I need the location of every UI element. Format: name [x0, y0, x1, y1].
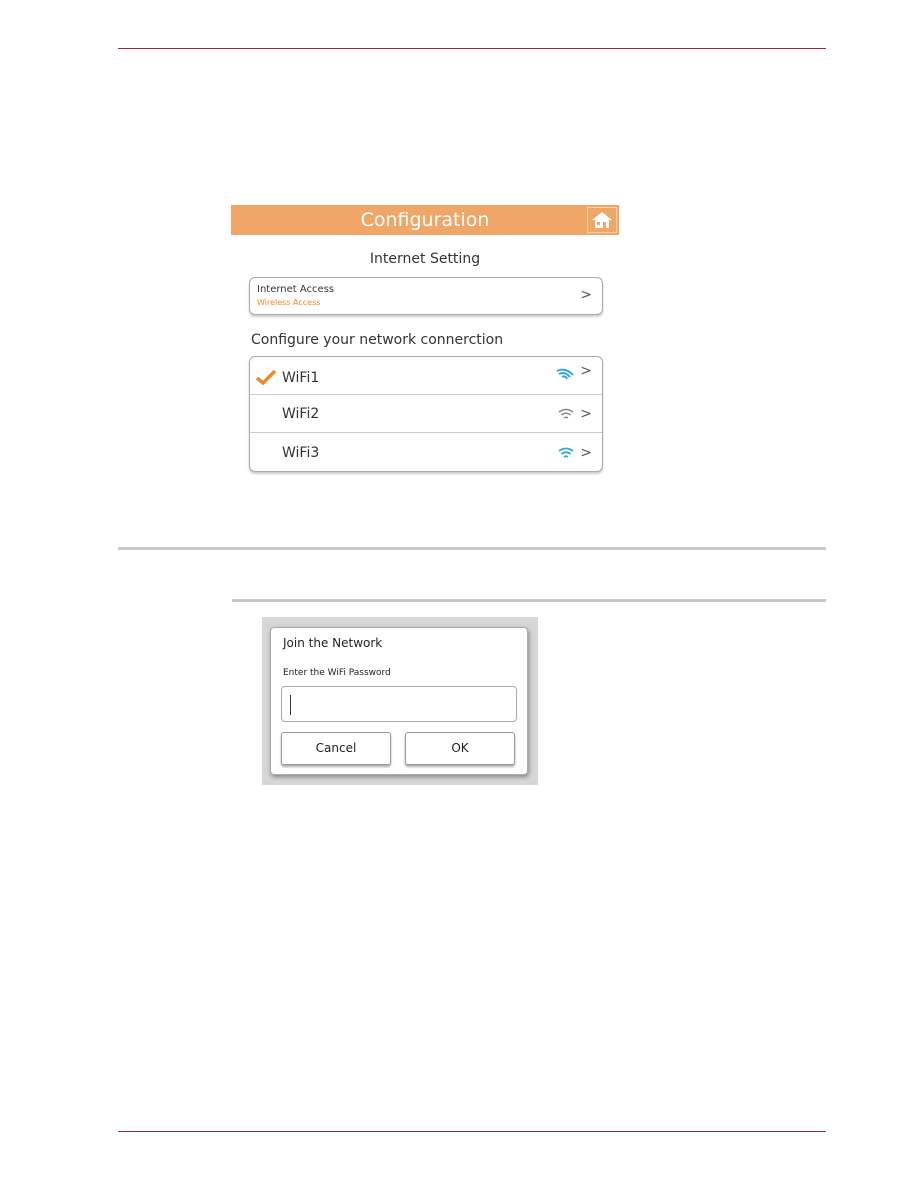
network-item-wifi1[interactable]: WiFi1 >: [250, 357, 602, 395]
cancel-button[interactable]: Cancel: [281, 732, 391, 765]
chevron-right-icon: >: [580, 287, 592, 303]
configuration-screenshot: Configuration Internet Setting Internet …: [231, 205, 619, 475]
divider: [118, 547, 826, 550]
divider: [232, 599, 826, 602]
join-network-screenshot: Join the Network Enter the WiFi Password…: [262, 617, 538, 785]
home-icon: [592, 212, 612, 228]
text-cursor: [290, 695, 291, 715]
network-list: WiFi1 > WiFi2 > WiFi3 >: [249, 356, 603, 472]
checkmark-icon: [256, 369, 276, 385]
internet-access-label: Internet Access: [257, 284, 335, 295]
network-name: WiFi2: [282, 406, 320, 422]
network-name: WiFi3: [282, 445, 320, 461]
section-title: Internet Setting: [369, 251, 481, 267]
password-input[interactable]: [281, 686, 517, 722]
config-title: Configuration: [360, 209, 490, 231]
internet-access-value: Wireless Access: [257, 298, 321, 307]
network-item-wifi3[interactable]: WiFi3 >: [250, 434, 602, 472]
join-network-dialog: Join the Network Enter the WiFi Password…: [270, 627, 528, 775]
dialog-title: Join the Network: [283, 636, 383, 650]
internet-access-item[interactable]: Internet Access Wireless Access >: [249, 277, 603, 315]
network-item-wifi2[interactable]: WiFi2 >: [250, 395, 602, 433]
footer-rule: [118, 1131, 826, 1132]
wifi-signal-icon: [558, 408, 574, 419]
network-heading: Configure your network connerction: [251, 332, 504, 348]
wifi-signal-icon: [556, 368, 574, 380]
config-header: Configuration: [231, 205, 619, 235]
home-button[interactable]: [587, 207, 617, 233]
network-name: WiFi1: [282, 370, 320, 386]
wifi-signal-icon: [558, 447, 574, 458]
ok-button[interactable]: OK: [405, 732, 515, 765]
password-prompt: Enter the WiFi Password: [283, 668, 391, 678]
header-rule: [118, 48, 826, 49]
